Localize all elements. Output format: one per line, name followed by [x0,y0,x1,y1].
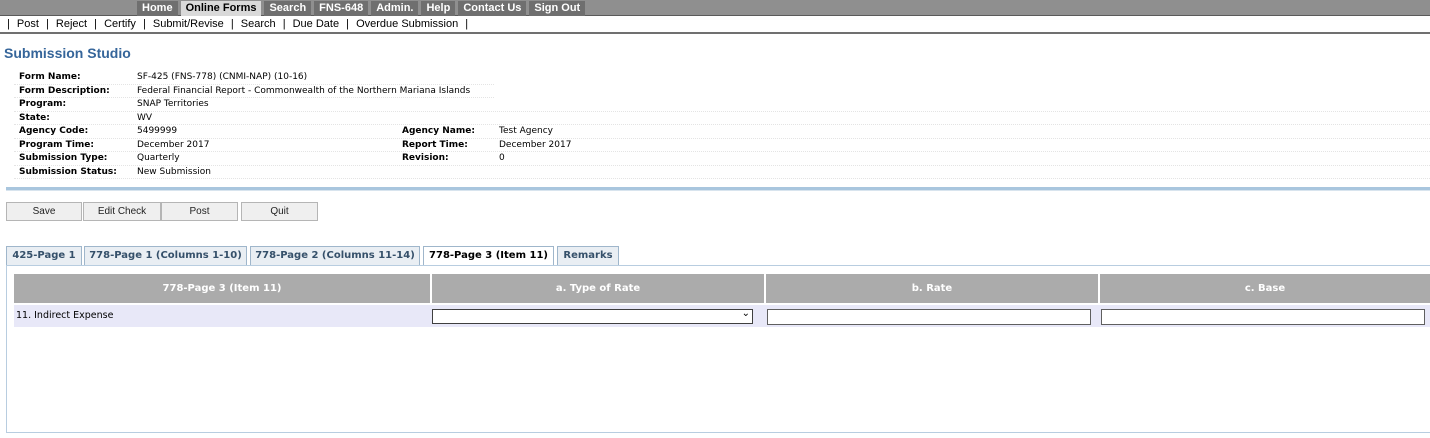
tab-425-page-1[interactable]: 425-Page 1 [6,246,82,266]
form-name-label: Form Name: [19,72,81,82]
nav-fns-648[interactable]: FNS-648 [314,1,369,16]
info-row: Form Description: Federal Financial Repo… [14,85,494,98]
action-due-date-link[interactable]: Due Date [293,18,339,30]
submission-type-label: Submission Type: [19,153,108,163]
action-submit-revise-link[interactable]: Submit/Revise [153,18,224,30]
program-time-value: December 2017 [137,139,210,150]
nav-admin[interactable]: Admin. [371,1,419,16]
state-label: State: [19,112,50,123]
agency-code-value: 5499999 [137,126,178,136]
action-overdue-submission-link[interactable]: Overdue Submission [356,18,458,30]
tab-778-page-1[interactable]: 778-Page 1 (Columns 1-10) [84,246,247,266]
base-input[interactable] [1101,309,1425,325]
post-button[interactable]: Post [161,202,238,221]
revision-label: Revision: [402,153,449,163]
top-nav: Home Online Forms Search FNS-648 Admin. … [137,1,586,16]
column-header-rate: b. Rate [766,274,1100,303]
agency-name-value: Test Agency [499,126,553,136]
nav-home[interactable]: Home [137,1,178,16]
info-row: Submission Type: Quarterly Revision: 0 [14,152,1430,166]
info-row: Form Name: SF-425 (FNS-778) (CNMI-NAP) (… [14,71,494,85]
table-row: 11. Indirect Expense ⌄ [14,305,1430,327]
nav-search[interactable]: Search [264,1,312,16]
quit-button[interactable]: Quit [241,202,318,221]
agency-name-label: Agency Name: [402,126,475,136]
action-certify-link[interactable]: Certify [104,18,136,30]
nav-sign-out[interactable]: Sign Out [529,1,586,16]
submission-type-value: Quarterly [137,153,180,163]
rate-input[interactable] [767,309,1091,325]
tab-778-page-2[interactable]: 778-Page 2 (Columns 11-14) [250,246,420,266]
indirect-expense-label: 11. Indirect Expense [16,310,114,321]
save-button[interactable]: Save [6,202,82,221]
state-value: WV [137,112,153,123]
action-links-bar: | Post | Reject | Certify | Submit/Revis… [0,16,1430,34]
program-time-label: Program Time: [19,139,94,150]
action-post-link[interactable]: Post [17,18,39,30]
nav-contact-us[interactable]: Contact Us [458,1,527,16]
column-header-type-of-rate: a. Type of Rate [432,274,766,303]
nav-online-forms[interactable]: Online Forms [180,1,262,16]
type-of-rate-select[interactable]: ⌄ [432,308,753,324]
chevron-down-icon: ⌄ [741,308,750,319]
top-nav-bar: Home Online Forms Search FNS-648 Admin. … [0,0,1430,16]
form-name-value: SF-425 (FNS-778) (CNMI-NAP) (10-16) [137,72,308,82]
nav-help[interactable]: Help [421,1,456,16]
form-description-label: Form Description: [19,85,110,96]
table-header: 778-Page 3 (Item 11) a. Type of Rate b. … [14,274,1430,303]
submission-status-value: New Submission [137,166,211,177]
info-row: State: WV [14,112,1430,125]
page-title: Submission Studio [4,45,131,61]
action-search-link[interactable]: Search [241,18,276,30]
tab-778-page-3[interactable]: 778-Page 3 (Item 11) [423,246,554,267]
column-header-base: c. Base [1244,283,1286,294]
report-time-label: Report Time: [402,139,468,150]
section-divider-thin [6,190,1430,191]
program-value: SNAP Territories [137,99,209,109]
form-info-grid: Form Name: SF-425 (FNS-778) (CNMI-NAP) (… [14,71,1430,179]
info-row: Program: SNAP Territories [14,98,1430,112]
info-row: Program Time: December 2017 Report Time:… [14,139,1430,152]
revision-value: 0 [499,153,505,163]
action-reject-link[interactable]: Reject [56,18,87,30]
column-header-item: 778-Page 3 (Item 11) [14,274,432,303]
tab-remarks[interactable]: Remarks [557,246,619,266]
info-row: Submission Status: New Submission [14,166,1430,179]
report-time-value: December 2017 [499,139,572,150]
agency-code-label: Agency Code: [19,126,89,136]
info-row: Agency Code: 5499999 Agency Name: Test A… [14,125,1430,139]
form-description-value: Federal Financial Report - Commonwealth … [137,85,471,96]
submission-status-label: Submission Status: [19,166,117,177]
edit-check-button[interactable]: Edit Check [83,202,161,221]
program-label: Program: [19,99,67,109]
